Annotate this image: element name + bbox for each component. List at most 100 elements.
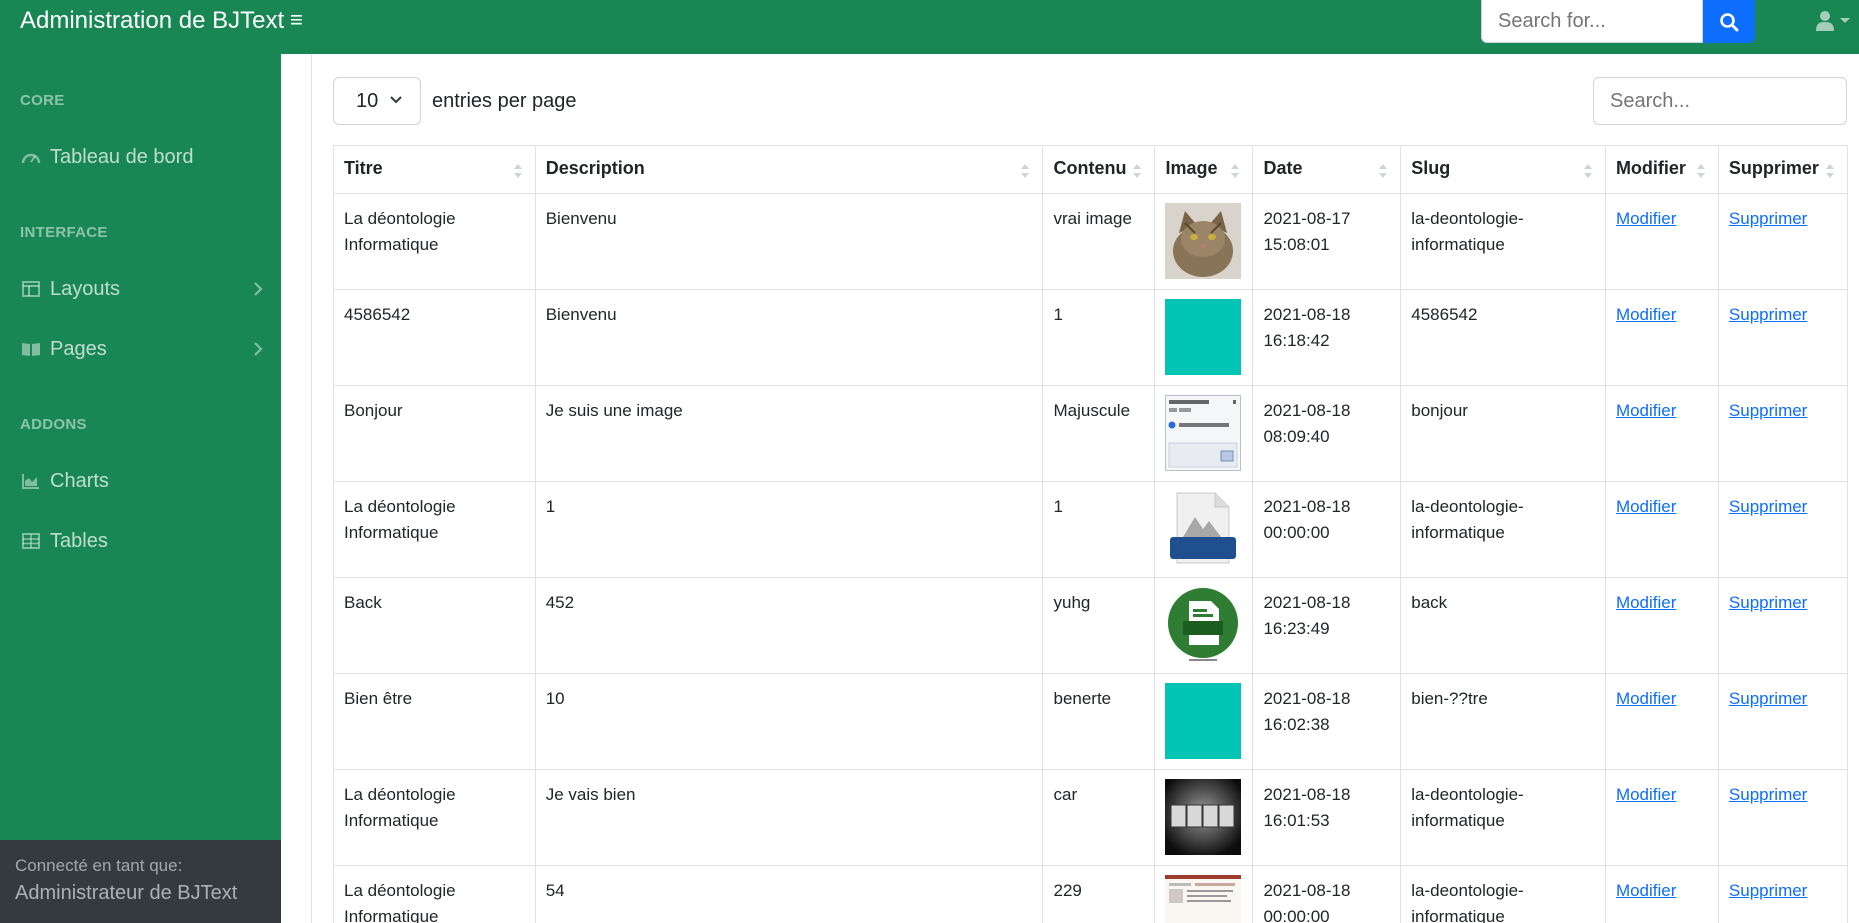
document-screenshot-thumbnail bbox=[1165, 875, 1242, 923]
sort-icon bbox=[1696, 164, 1705, 178]
supprimer-link[interactable]: Supprimer bbox=[1729, 401, 1807, 420]
cell-date: 2021-08-18 00:00:00 bbox=[1252, 865, 1402, 923]
user-menu-dropdown[interactable] bbox=[1815, 6, 1859, 36]
cell-description: 452 bbox=[534, 577, 1044, 674]
sidebar-item-dashboard[interactable]: Tableau de bord bbox=[20, 140, 265, 174]
supprimer-link[interactable]: Supprimer bbox=[1729, 881, 1807, 900]
teal-square-thumbnail bbox=[1165, 299, 1242, 375]
cell-supprimer: Supprimer bbox=[1717, 385, 1849, 482]
table-row: La déontologie Informatique 54 229 2021-… bbox=[333, 865, 1849, 923]
table-header-row: Titre Description Contenu Image Date Slu… bbox=[333, 145, 1849, 194]
cell-slug: 4586542 bbox=[1400, 289, 1606, 386]
book-open-icon bbox=[20, 340, 42, 358]
cell-titre: La déontologie Informatique bbox=[333, 769, 536, 866]
search-icon bbox=[1720, 12, 1739, 31]
sidebar-item-charts[interactable]: Charts bbox=[20, 464, 265, 498]
cell-supprimer: Supprimer bbox=[1717, 769, 1849, 866]
sort-icon bbox=[1021, 164, 1030, 178]
column-header-modifier[interactable]: Modifier bbox=[1604, 145, 1719, 194]
cell-titre: La déontologie Informatique bbox=[333, 193, 536, 290]
column-header-contenu[interactable]: Contenu bbox=[1042, 145, 1156, 194]
cell-image bbox=[1154, 673, 1254, 770]
cell-date: 2021-08-18 00:00:00 bbox=[1252, 481, 1402, 578]
logged-in-label: Connecté en tant que: bbox=[15, 856, 183, 875]
sort-icon bbox=[1231, 164, 1240, 178]
sidebar-item-pages[interactable]: Pages bbox=[20, 332, 265, 366]
cat-photo-thumbnail bbox=[1165, 203, 1242, 279]
modifier-link[interactable]: Modifier bbox=[1616, 689, 1676, 708]
supprimer-link[interactable]: Supprimer bbox=[1729, 497, 1807, 516]
cell-image bbox=[1154, 481, 1254, 578]
cell-modifier: Modifier bbox=[1604, 385, 1719, 482]
chart-area-icon bbox=[20, 472, 42, 490]
cell-image bbox=[1154, 289, 1254, 386]
cell-modifier: Modifier bbox=[1604, 481, 1719, 578]
brand-title[interactable]: Administration de BJText bbox=[0, 0, 284, 42]
cell-supprimer: Supprimer bbox=[1717, 577, 1849, 674]
cell-modifier: Modifier bbox=[1604, 865, 1719, 923]
column-header-supprimer[interactable]: Supprimer bbox=[1717, 145, 1849, 194]
cell-supprimer: Supprimer bbox=[1717, 193, 1849, 290]
supprimer-link[interactable]: Supprimer bbox=[1729, 785, 1807, 804]
cell-image bbox=[1154, 769, 1254, 866]
sidebar-item-label: Tables bbox=[50, 529, 108, 552]
cell-date: 2021-08-18 16:23:49 bbox=[1252, 577, 1402, 674]
supprimer-link[interactable]: Supprimer bbox=[1729, 689, 1807, 708]
modifier-link[interactable]: Modifier bbox=[1616, 785, 1676, 804]
column-header-image[interactable]: Image bbox=[1154, 145, 1254, 194]
sort-icon bbox=[513, 164, 522, 178]
cell-description: Bienvenu bbox=[534, 193, 1044, 290]
column-header-slug[interactable]: Slug bbox=[1400, 145, 1606, 194]
top-navbar: Administration de BJText ≡ bbox=[0, 0, 1859, 54]
supprimer-link[interactable]: Supprimer bbox=[1729, 209, 1807, 228]
supprimer-link[interactable]: Supprimer bbox=[1729, 305, 1807, 324]
cell-modifier: Modifier bbox=[1604, 577, 1719, 674]
sidebar-item-label: Tableau de bord bbox=[50, 145, 194, 168]
chevron-right-icon bbox=[254, 342, 263, 356]
cell-slug: back bbox=[1400, 577, 1606, 674]
jpeg-green-circle-thumbnail bbox=[1165, 587, 1242, 663]
navbar-search-button[interactable] bbox=[1703, 0, 1755, 43]
dialog-screenshot-thumbnail bbox=[1165, 395, 1242, 471]
cell-description: Je vais bien bbox=[534, 769, 1044, 866]
modifier-link[interactable]: Modifier bbox=[1616, 497, 1676, 516]
cell-supprimer: Supprimer bbox=[1717, 865, 1849, 923]
cell-slug: bonjour bbox=[1400, 385, 1606, 482]
modifier-link[interactable]: Modifier bbox=[1616, 593, 1676, 612]
modifier-link[interactable]: Modifier bbox=[1616, 881, 1676, 900]
table-row: La déontologie Informatique 1 1 2021-08-… bbox=[333, 481, 1849, 578]
supprimer-link[interactable]: Supprimer bbox=[1729, 593, 1807, 612]
sidebar-item-layouts[interactable]: Layouts bbox=[20, 272, 265, 306]
modifier-link[interactable]: Modifier bbox=[1616, 305, 1676, 324]
modifier-link[interactable]: Modifier bbox=[1616, 209, 1676, 228]
modifier-link[interactable]: Modifier bbox=[1616, 401, 1676, 420]
cell-slug: la-deontologie-informatique bbox=[1400, 481, 1606, 578]
cell-titre: 4586542 bbox=[333, 289, 536, 386]
cell-contenu: yuhg bbox=[1042, 577, 1156, 674]
cell-image bbox=[1154, 865, 1254, 923]
per-page-value: 10 bbox=[356, 89, 379, 112]
tachometer-icon bbox=[20, 148, 42, 166]
cell-slug: la-deontologie-informatique bbox=[1400, 193, 1606, 290]
cell-titre: Back bbox=[333, 577, 536, 674]
column-header-description[interactable]: Description bbox=[534, 145, 1044, 194]
cell-titre: La déontologie Informatique bbox=[333, 865, 536, 923]
sidebar-item-label: Layouts bbox=[50, 277, 121, 300]
table-row: Bien être 10 benerte 2021-08-18 16:02:38… bbox=[333, 673, 1849, 770]
per-page-select[interactable]: 10 bbox=[333, 77, 421, 125]
cell-image bbox=[1154, 193, 1254, 290]
table-search-input[interactable] bbox=[1593, 77, 1847, 125]
column-header-titre[interactable]: Titre bbox=[333, 145, 536, 194]
sidebar-toggle-icon[interactable]: ≡ bbox=[290, 8, 312, 32]
sidebar-item-tables[interactable]: Tables bbox=[20, 524, 265, 558]
table-row: Back 452 yuhg 2021-08-18 16:23:49 back M… bbox=[333, 577, 1849, 674]
cell-date: 2021-08-18 16:18:42 bbox=[1252, 289, 1402, 386]
cell-supprimer: Supprimer bbox=[1717, 289, 1849, 386]
column-header-date[interactable]: Date bbox=[1252, 145, 1402, 194]
cell-image bbox=[1154, 577, 1254, 674]
cell-date: 2021-08-18 16:01:53 bbox=[1252, 769, 1402, 866]
cell-modifier: Modifier bbox=[1604, 673, 1719, 770]
cell-contenu: 1 bbox=[1042, 481, 1156, 578]
navbar-search-input[interactable] bbox=[1481, 0, 1703, 43]
cell-contenu: 1 bbox=[1042, 289, 1156, 386]
